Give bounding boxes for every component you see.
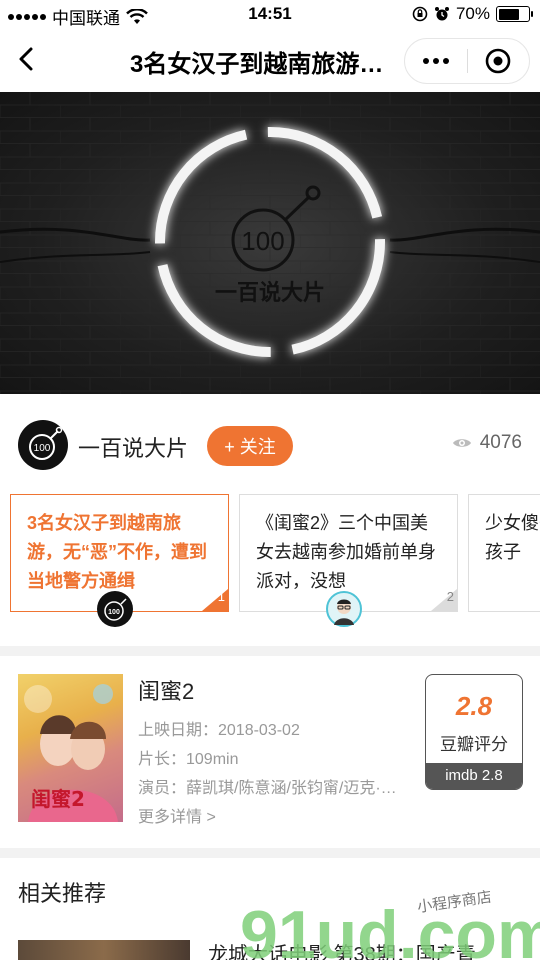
movie-cast: 演员：薛凯琪/陈意涵/张钧甯/迈克·…	[138, 780, 397, 797]
svg-text:100: 100	[108, 609, 120, 616]
douban-label: 豆瓣评分	[440, 735, 508, 754]
episode-text: 3名女汉子到越南旅游，无“恶”不作，遭到当地警方通缉	[27, 513, 207, 591]
hero-logo-text: 一百说大片	[215, 280, 325, 306]
poster-image: 闺蜜2	[24, 684, 118, 822]
status-right: 70%	[412, 4, 533, 24]
back-button[interactable]	[12, 44, 42, 74]
close-button[interactable]	[468, 39, 529, 83]
movie-duration: 片长：109min	[138, 751, 239, 768]
movie-title: 闺蜜2	[138, 679, 195, 704]
episode-list: 3名女汉子到越南旅游，无“恶”不作，遭到当地警方通缉 1 100 《闺蜜2》三个…	[0, 494, 540, 632]
imdb-score: imdb 2.8	[426, 763, 522, 789]
more-button[interactable]	[405, 39, 467, 83]
svg-text:100: 100	[34, 443, 51, 454]
rotation-lock-icon	[412, 6, 428, 22]
episode-text: 《闺蜜2》三个中国美女去越南参加婚前单身派对，没想	[256, 513, 436, 591]
follow-button[interactable]: + 关注	[207, 426, 293, 466]
related-section-title: 相关推荐	[18, 881, 107, 906]
eye-icon	[452, 439, 471, 447]
episode-card[interactable]: 少女傻子孩子	[468, 494, 540, 612]
episode-index: 1	[217, 589, 225, 604]
related-item-title[interactable]: 龙城大话电影 第38期：国产青	[208, 938, 476, 960]
douban-rating-box: 2.8 豆瓣评分 imdb 2.8	[425, 674, 523, 790]
channel-logo-icon: 100	[29, 426, 63, 460]
movie-release-date: 上映日期：2018-03-02	[138, 722, 300, 739]
episode-index: 2	[446, 589, 454, 604]
nav-bar: 3名女汉子到越南旅游，无“恶”不作，遭到当地警方通缉	[0, 30, 540, 90]
svg-text:小程序商店: 小程序商店	[416, 888, 493, 916]
battery-icon	[496, 6, 533, 22]
page-title: 3名女汉子到越南旅游，无“恶”不作，遭到当地警方通缉	[130, 51, 400, 78]
movie-info[interactable]: 闺蜜2 闺蜜2 上映日期：2018-03-02 片长：109min 演员：薛凯琪…	[0, 658, 540, 848]
close-target-icon	[486, 48, 511, 74]
channel-avatar[interactable]: 100	[18, 420, 68, 470]
related-item-thumbnail[interactable]	[18, 940, 190, 960]
view-count: 4076	[452, 432, 522, 454]
status-bar: 中国联通 14:51 70%	[0, 0, 540, 30]
episode-text: 少女傻子孩子	[485, 513, 540, 562]
douban-score: 2.8	[455, 691, 493, 721]
mini-program-capsule	[404, 38, 530, 84]
episode-author-avatar: 100	[97, 591, 133, 627]
video-player[interactable]: 100 一百说大片	[0, 92, 540, 394]
episode-card[interactable]: 3名女汉子到越南旅游，无“恶”不作，遭到当地警方通缉 1 100	[10, 494, 229, 627]
more-dots-icon	[423, 58, 429, 64]
episode-card[interactable]: 《闺蜜2》三个中国美女去越南参加婚前单身派对，没想 2	[239, 494, 458, 627]
episode-author-avatar	[326, 591, 362, 627]
hero-logo-number: 100	[241, 226, 284, 256]
section-divider	[0, 646, 540, 656]
view-count-value: 4076	[479, 432, 522, 453]
poster-title-text: 闺蜜2	[31, 787, 85, 811]
channel-row: 100 一百说大片 + 关注 4076	[0, 420, 540, 476]
neon-logo-image: 100 一百说大片	[0, 92, 540, 394]
section-divider	[0, 848, 540, 858]
alarm-icon	[434, 7, 449, 21]
channel-name[interactable]: 一百说大片	[78, 431, 188, 463]
battery-percent: 70%	[455, 4, 490, 23]
movie-more-link[interactable]: 更多详情 >	[138, 803, 418, 827]
back-arrow-icon	[19, 47, 33, 71]
movie-poster[interactable]: 闺蜜2	[18, 674, 123, 822]
